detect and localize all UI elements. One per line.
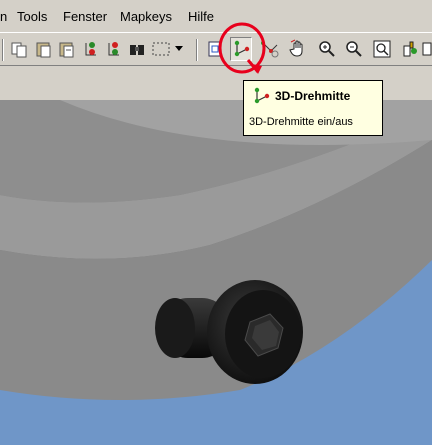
paste-special-icon[interactable]	[56, 37, 78, 61]
spin-center-icon	[252, 86, 272, 109]
paste-icon[interactable]	[33, 37, 55, 61]
dropdown-arrow-icon[interactable]	[173, 37, 185, 61]
spin-center-icon[interactable]	[230, 37, 252, 61]
refit-icon[interactable]	[371, 37, 393, 61]
tooltip: 3D-Drehmitte 3D-Drehmitte ein/aus	[243, 80, 383, 136]
toolbar-separator	[196, 39, 198, 61]
menu-item-mapkeys[interactable]: Mapkeys	[120, 9, 172, 24]
more-tools-icon[interactable]	[421, 37, 432, 61]
copy-icon[interactable]	[8, 37, 30, 61]
model-viewport[interactable]	[0, 100, 432, 445]
tooltip-description: 3D-Drehmitte ein/aus	[249, 116, 353, 128]
zoom-out-icon[interactable]	[343, 37, 365, 61]
saved-view-icon[interactable]	[204, 37, 226, 61]
find-binoculars-icon[interactable]	[126, 37, 148, 61]
select-box-icon[interactable]	[150, 37, 172, 61]
orientation-mode-icon[interactable]	[258, 37, 280, 61]
toolbar	[0, 32, 432, 66]
regenerate-icon[interactable]	[80, 37, 102, 61]
pan-hand-icon[interactable]	[288, 37, 310, 61]
regenerate-manager-icon[interactable]	[103, 37, 125, 61]
menu-item-fenster[interactable]: Fenster	[63, 9, 107, 24]
repaint-icon[interactable]	[399, 37, 421, 61]
tooltip-title: 3D-Drehmitte	[275, 89, 351, 103]
menu-item-tools[interactable]: Tools	[17, 9, 47, 24]
menu-item-partial[interactable]: n	[0, 9, 7, 24]
menu-bar: n Tools Fenster Mapkeys Hilfe	[0, 0, 432, 32]
model-graphics	[0, 100, 432, 445]
toolbar-separator	[2, 39, 4, 61]
zoom-in-icon[interactable]	[316, 37, 338, 61]
menu-item-hilfe[interactable]: Hilfe	[188, 9, 214, 24]
